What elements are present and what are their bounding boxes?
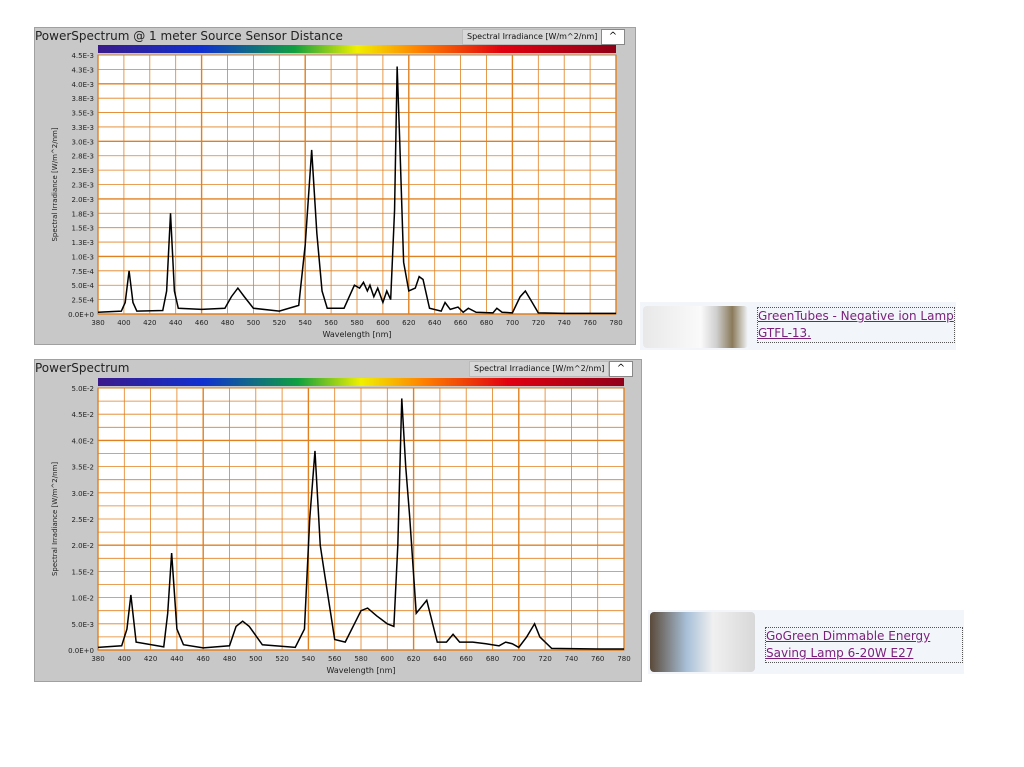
y-tick-label: 3.8E-3 bbox=[71, 95, 94, 103]
x-tick-label: 660 bbox=[460, 655, 473, 663]
x-tick-label: 500 bbox=[249, 655, 262, 663]
y-tick-label: 2.8E-3 bbox=[71, 153, 94, 161]
legend-plot-button[interactable]: ^ bbox=[609, 361, 633, 377]
y-tick-label: 1.3E-3 bbox=[71, 239, 94, 247]
x-tick-label: 740 bbox=[558, 319, 571, 327]
y-axis-label: Spectral Irradiance [W/m^2/nm] bbox=[51, 127, 59, 241]
x-tick-label: 460 bbox=[195, 319, 208, 327]
y-tick-label: 2.5E-3 bbox=[71, 167, 94, 175]
x-tick-label: 620 bbox=[407, 655, 420, 663]
lamp-link[interactable]: GoGreen Dimmable Energy Saving Lamp 6-20… bbox=[765, 627, 963, 663]
x-tick-label: 400 bbox=[118, 655, 131, 663]
chart-panel-top: 380 400 420 440 460 480 500 520 540 560 580 600 620 6… bbox=[34, 27, 636, 345]
spectrum-color-bar bbox=[98, 45, 616, 53]
x-tick-label: 400 bbox=[117, 319, 130, 327]
y-tick-label: 2.5E-2 bbox=[71, 516, 94, 524]
legend: Spectral Irradiance [W/m^2/nm] bbox=[469, 361, 610, 377]
y-tick-label: 2.5E-4 bbox=[71, 297, 94, 305]
spectrum-color-bar bbox=[98, 378, 624, 386]
x-tick-label: 540 bbox=[299, 319, 312, 327]
lamp-link[interactable]: GreenTubes - Negative ion Lamp GTFL-13. bbox=[757, 307, 955, 343]
x-tick-label: 720 bbox=[532, 319, 545, 327]
x-tick-label: 700 bbox=[506, 319, 519, 327]
x-tick-label: 380 bbox=[91, 319, 104, 327]
x-tick-label: 620 bbox=[402, 319, 415, 327]
y-tick-label: 5.0E-4 bbox=[71, 282, 94, 290]
x-tick-label: 420 bbox=[144, 655, 157, 663]
x-tick-label: 440 bbox=[170, 655, 183, 663]
x-tick-label: 440 bbox=[169, 319, 182, 327]
x-tick-label: 640 bbox=[433, 655, 446, 663]
lamp-image bbox=[643, 306, 748, 348]
y-tick-label: 1.5E-2 bbox=[71, 568, 94, 576]
y-tick-label: 5.0E-2 bbox=[71, 385, 94, 393]
y-tick-label: 1.8E-3 bbox=[71, 210, 94, 218]
x-tick-label: 560 bbox=[328, 655, 341, 663]
y-tick-label: 1.0E-2 bbox=[71, 595, 94, 603]
y-tick-label: 4.5E-2 bbox=[71, 411, 94, 419]
y-tick-label: 1.5E-3 bbox=[71, 225, 94, 233]
x-tick-label: 700 bbox=[512, 655, 525, 663]
x-tick-label: 560 bbox=[324, 319, 337, 327]
chart-svg: 380 400 420 440 460 480 500 520 540 560 580 600 620 6… bbox=[51, 378, 631, 675]
y-tick-label: 7.5E-4 bbox=[71, 268, 94, 276]
y-tick-label: 2.3E-3 bbox=[71, 182, 94, 190]
y-tick-label: 4.0E-2 bbox=[71, 437, 94, 445]
lamp-item: GreenTubes - Negative ion Lamp GTFL-13. bbox=[640, 302, 956, 350]
y-tick-label: 3.5E-3 bbox=[71, 110, 94, 118]
y-tick-label: 3.5E-2 bbox=[71, 464, 94, 472]
x-tick-label: 520 bbox=[273, 319, 286, 327]
chart-title: PowerSpectrum bbox=[35, 361, 130, 375]
y-tick-label: 4.3E-3 bbox=[71, 66, 94, 74]
x-tick-label: 780 bbox=[609, 319, 622, 327]
x-tick-label: 580 bbox=[354, 655, 367, 663]
legend: Spectral Irradiance [W/m^2/nm] bbox=[462, 29, 603, 45]
x-tick-label: 460 bbox=[197, 655, 210, 663]
x-tick-label: 680 bbox=[486, 655, 499, 663]
x-tick-label: 600 bbox=[381, 655, 394, 663]
y-tick-label: 1.0E-3 bbox=[71, 253, 94, 261]
x-tick-label: 480 bbox=[223, 655, 236, 663]
y-tick-label: 3.3E-3 bbox=[71, 124, 94, 132]
x-tick-label: 660 bbox=[454, 319, 467, 327]
y-tick-label: 0.0E+0 bbox=[68, 647, 94, 655]
y-tick-label: 3.0E-2 bbox=[71, 490, 94, 498]
y-tick-label: 5.0E-3 bbox=[71, 621, 94, 629]
x-tick-label: 600 bbox=[376, 319, 389, 327]
x-tick-label: 480 bbox=[221, 319, 234, 327]
chart-panel-bottom: 380 400 420 440 460 480 500 520 540 560 580 600 620 6… bbox=[34, 359, 642, 682]
x-tick-label: 380 bbox=[91, 655, 104, 663]
y-tick-label: 4.5E-3 bbox=[71, 52, 94, 60]
x-tick-label: 680 bbox=[480, 319, 493, 327]
x-axis-label: Wavelength [nm] bbox=[326, 666, 395, 675]
y-tick-label: 0.0E+0 bbox=[68, 311, 94, 319]
x-tick-label: 760 bbox=[591, 655, 604, 663]
lamp-image bbox=[650, 612, 755, 672]
x-tick-label: 640 bbox=[428, 319, 441, 327]
y-tick-label: 2.0E-2 bbox=[71, 542, 94, 550]
legend-plot-button[interactable]: ^ bbox=[601, 29, 625, 45]
y-tick-label: 2.0E-3 bbox=[71, 196, 94, 204]
chart-title: PowerSpectrum @ 1 meter Source Sensor Di… bbox=[35, 29, 343, 43]
x-tick-label: 720 bbox=[538, 655, 551, 663]
x-tick-label: 540 bbox=[302, 655, 315, 663]
y-tick-label: 3.0E-3 bbox=[71, 138, 94, 146]
lamp-item: GoGreen Dimmable Energy Saving Lamp 6-20… bbox=[648, 610, 964, 674]
chart-svg: 380 400 420 440 460 480 500 520 540 560 580 600 620 6… bbox=[51, 45, 623, 339]
x-tick-label: 740 bbox=[565, 655, 578, 663]
x-tick-label: 580 bbox=[350, 319, 363, 327]
x-axis-label: Wavelength [nm] bbox=[322, 330, 391, 339]
x-tick-label: 500 bbox=[247, 319, 260, 327]
y-axis-label: Spectral Irradiance [W/m^2/nm] bbox=[51, 462, 59, 576]
x-tick-label: 420 bbox=[143, 319, 156, 327]
x-tick-label: 520 bbox=[275, 655, 288, 663]
y-tick-label: 4.0E-3 bbox=[71, 81, 94, 89]
x-tick-label: 780 bbox=[617, 655, 630, 663]
x-tick-label: 760 bbox=[583, 319, 596, 327]
